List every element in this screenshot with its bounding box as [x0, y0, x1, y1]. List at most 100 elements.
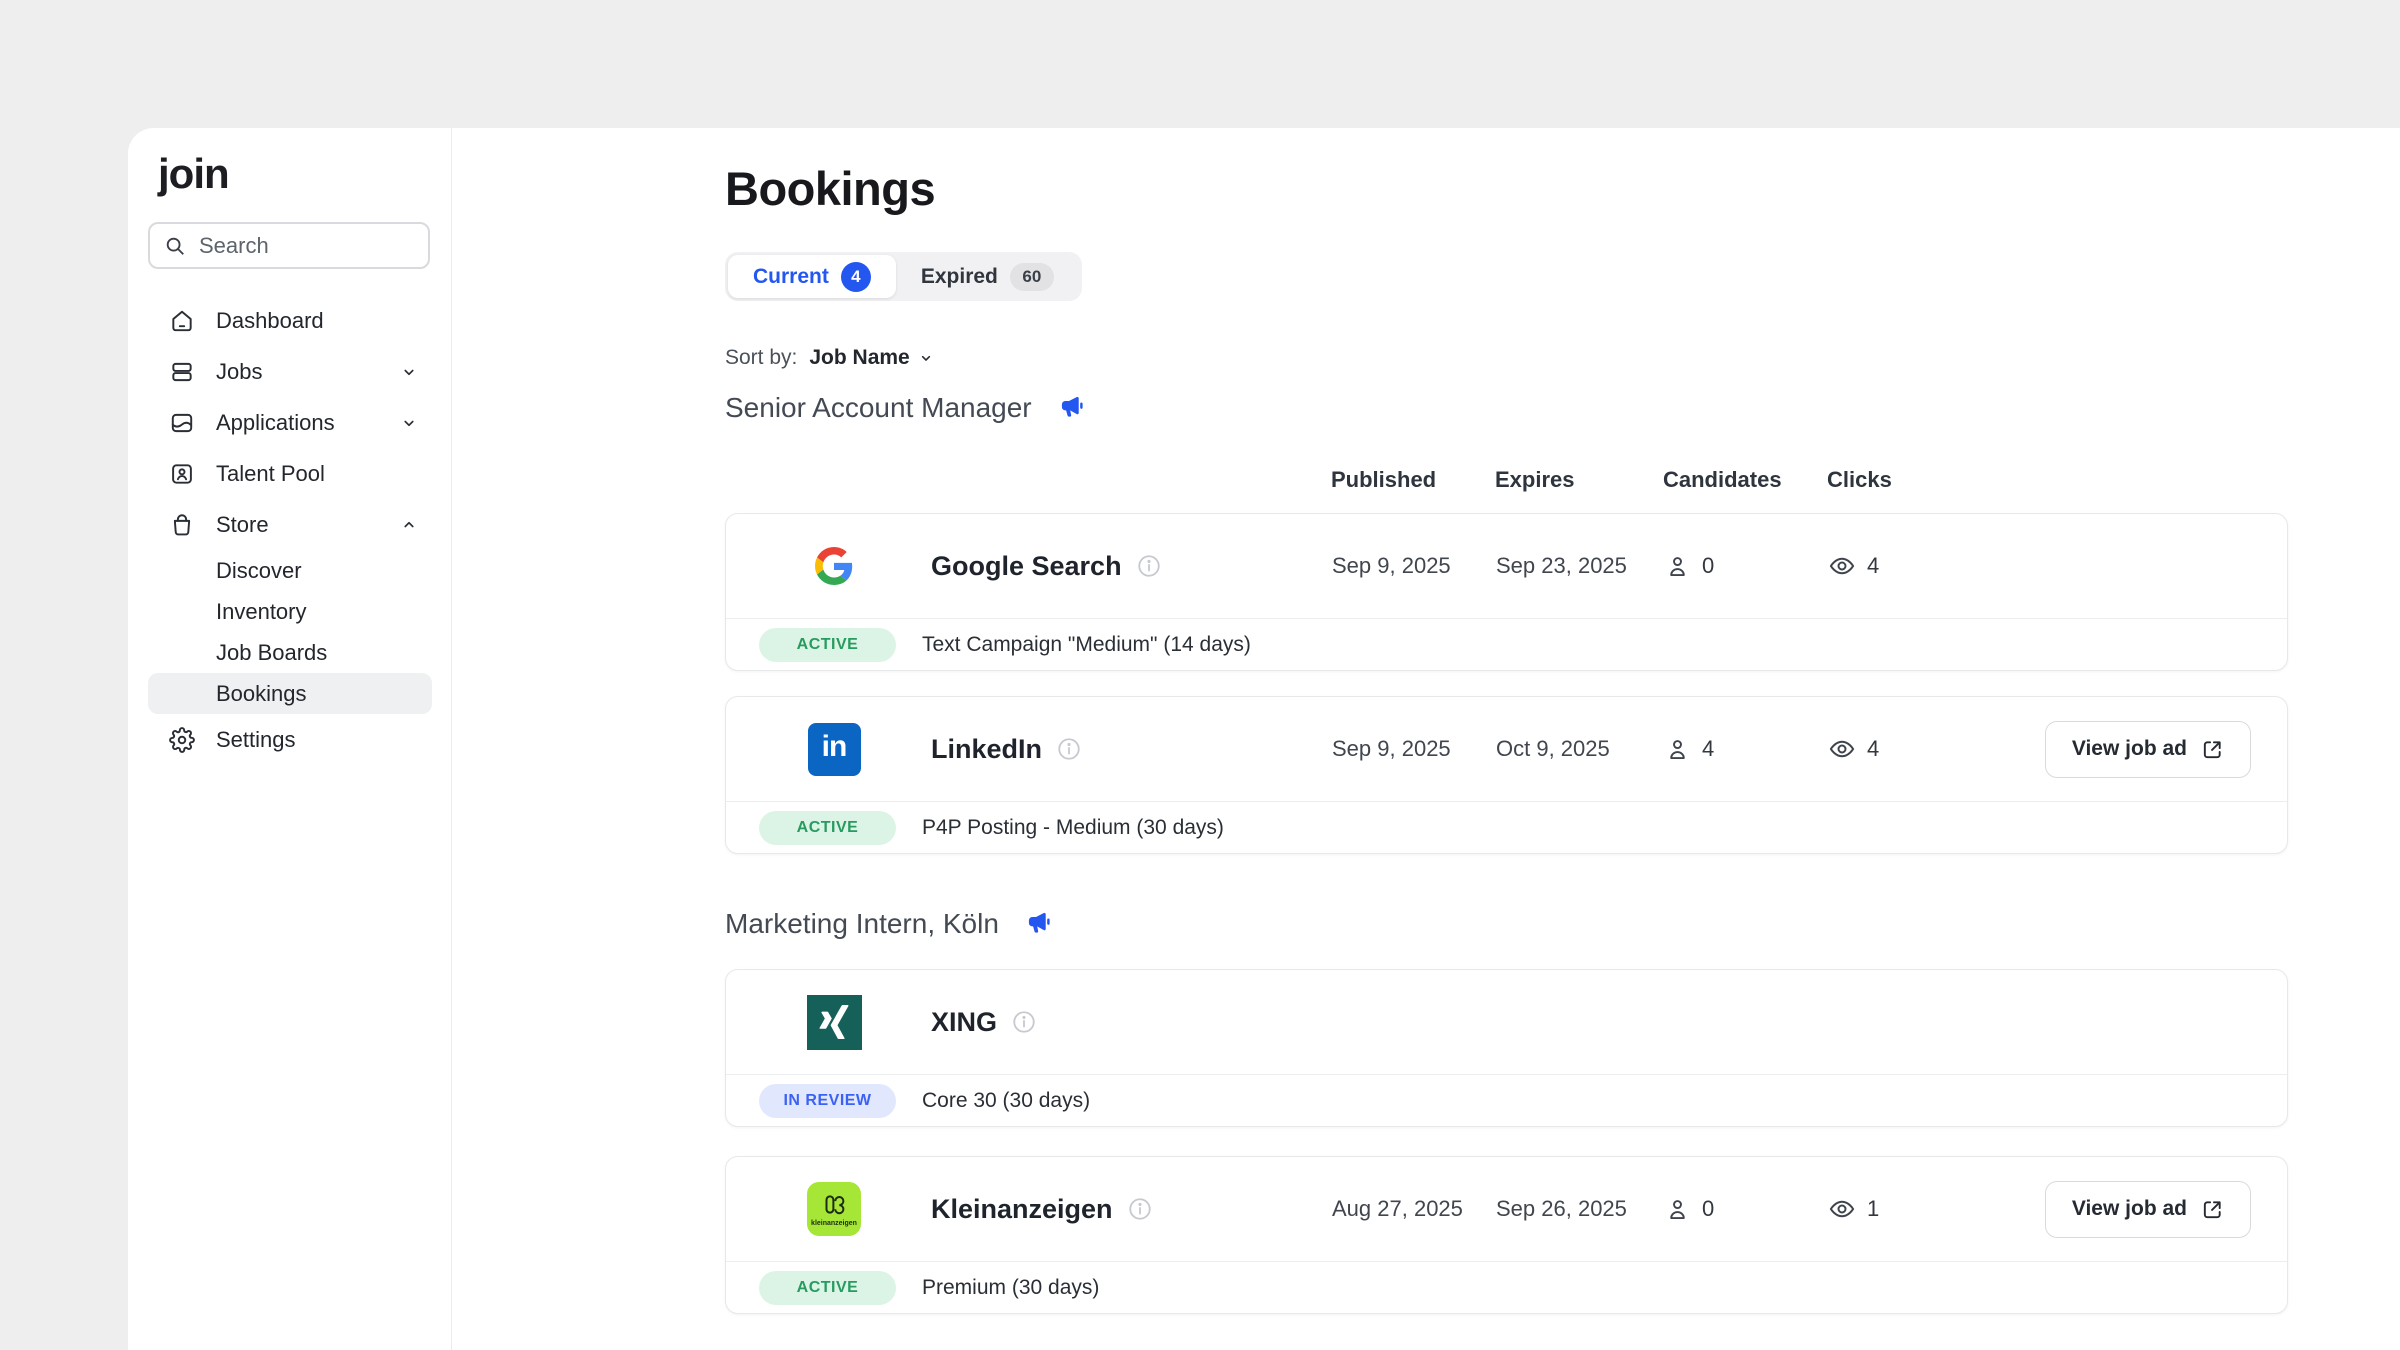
- sidebar-item-label: Jobs: [216, 359, 262, 385]
- sidebar-item-store[interactable]: Store: [148, 499, 432, 550]
- join-logo: join: [158, 150, 229, 198]
- info-icon[interactable]: [1136, 553, 1162, 579]
- home-icon: [168, 307, 195, 334]
- sidebar-item-bookings[interactable]: Bookings: [148, 673, 432, 714]
- eye-icon: [1828, 735, 1856, 763]
- chevron-down-icon: [918, 350, 934, 366]
- candidates-value: 0: [1702, 553, 1714, 579]
- status-badge: ACTIVE: [759, 1271, 896, 1305]
- sidebar-nav: Dashboard Jobs Applications: [148, 295, 432, 765]
- col-published: Published: [1331, 467, 1495, 493]
- clicks-value: 1: [1867, 1196, 1879, 1222]
- candidates-metric: 4: [1664, 736, 1828, 763]
- platform-name: LinkedIn: [931, 734, 1042, 765]
- chevron-down-icon: [400, 414, 418, 432]
- info-icon[interactable]: [1056, 736, 1082, 762]
- status-badge: ACTIVE: [759, 628, 896, 662]
- sort-bar: Sort by: Job Name: [725, 346, 934, 370]
- view-job-ad-button[interactable]: View job ad: [2045, 1181, 2251, 1238]
- xing-logo: [806, 994, 862, 1050]
- platform-name: Google Search: [931, 551, 1122, 582]
- booking-row: Google Search Sep 9, 2025 Sep 23, 2025 0: [726, 514, 2287, 618]
- platform-name: Kleinanzeigen: [931, 1194, 1113, 1225]
- sidebar-item-inventory[interactable]: Inventory: [148, 591, 432, 632]
- linkedin-logo: in: [806, 721, 862, 777]
- current-count-badge: 4: [841, 262, 871, 292]
- job-section-title: Senior Account Manager: [725, 392, 1087, 424]
- clicks-value: 4: [1867, 553, 1879, 579]
- google-logo: [806, 538, 862, 594]
- kleinanzeigen-logo: kleinanzeigen: [806, 1181, 862, 1237]
- status-badge: ACTIVE: [759, 811, 896, 845]
- talent-pool-icon: [168, 460, 195, 487]
- search-input[interactable]: [199, 233, 414, 259]
- sidebar-item-jobs[interactable]: Jobs: [148, 346, 432, 397]
- col-candidates: Candidates: [1663, 467, 1827, 493]
- col-clicks: Clicks: [1827, 467, 1967, 493]
- sidebar-item-discover[interactable]: Discover: [148, 550, 432, 591]
- person-icon: [1664, 736, 1691, 763]
- app-window: join Dashboard Jobs: [128, 128, 2400, 1350]
- sidebar-item-dashboard[interactable]: Dashboard: [148, 295, 432, 346]
- booking-card-google-search: Google Search Sep 9, 2025 Sep 23, 2025 0: [725, 513, 2288, 671]
- product-description: Premium (30 days): [922, 1276, 1099, 1300]
- sidebar-item-settings[interactable]: Settings: [148, 714, 432, 765]
- info-icon[interactable]: [1127, 1196, 1153, 1222]
- tab-bar: Current 4 Expired 60: [725, 252, 1082, 301]
- tab-expired[interactable]: Expired 60: [896, 255, 1079, 298]
- published-date: Sep 9, 2025: [1332, 736, 1496, 762]
- sort-value-text: Job Name: [809, 346, 909, 370]
- candidates-metric: 0: [1664, 1196, 1828, 1223]
- expires-date: Sep 26, 2025: [1496, 1196, 1664, 1222]
- chevron-down-icon: [400, 363, 418, 381]
- product-description: Text Campaign "Medium" (14 days): [922, 633, 1251, 657]
- info-icon[interactable]: [1011, 1009, 1037, 1035]
- external-link-icon: [2201, 738, 2224, 761]
- search-input-wrapper[interactable]: [148, 222, 430, 269]
- applications-icon: [168, 409, 195, 436]
- sidebar-item-label: Talent Pool: [216, 461, 325, 487]
- booking-row: in LinkedIn Sep 9, 2025 Oct 9, 2025 4: [726, 697, 2287, 801]
- booking-row: XING: [726, 970, 2287, 1074]
- person-icon: [1664, 553, 1691, 580]
- published-date: Aug 27, 2025: [1332, 1196, 1496, 1222]
- tab-expired-label: Expired: [921, 265, 998, 289]
- product-description: P4P Posting - Medium (30 days): [922, 816, 1224, 840]
- status-badge: IN REVIEW: [759, 1084, 896, 1118]
- sidebar-item-label: Applications: [216, 410, 335, 436]
- clicks-metric: 1: [1828, 1195, 1968, 1223]
- eye-icon: [1828, 552, 1856, 580]
- megaphone-icon: [1026, 910, 1054, 938]
- booking-row: kleinanzeigen Kleinanzeigen Aug 27, 2025…: [726, 1157, 2287, 1261]
- booking-status-row: IN REVIEW Core 30 (30 days): [726, 1074, 2287, 1126]
- booking-status-row: ACTIVE Premium (30 days): [726, 1261, 2287, 1313]
- booking-card-linkedin: in LinkedIn Sep 9, 2025 Oct 9, 2025 4: [725, 696, 2288, 854]
- view-job-ad-label: View job ad: [2072, 737, 2187, 761]
- job-title-text: Senior Account Manager: [725, 392, 1032, 424]
- store-submenu: Discover Inventory Job Boards Bookings: [148, 550, 432, 714]
- tab-current[interactable]: Current 4: [728, 255, 896, 298]
- clicks-metric: 4: [1828, 735, 1968, 763]
- expired-count-badge: 60: [1010, 263, 1054, 291]
- table-column-headers: Published Expires Candidates Clicks: [725, 467, 2288, 493]
- candidates-value: 0: [1702, 1196, 1714, 1222]
- candidates-metric: 0: [1664, 553, 1828, 580]
- chevron-up-icon: [400, 516, 418, 534]
- person-icon: [1664, 1196, 1691, 1223]
- eye-icon: [1828, 1195, 1856, 1223]
- sidebar-item-label: Dashboard: [216, 308, 324, 334]
- tab-current-label: Current: [753, 265, 829, 289]
- gear-icon: [168, 726, 195, 753]
- booking-status-row: ACTIVE P4P Posting - Medium (30 days): [726, 801, 2287, 853]
- sidebar-item-talent-pool[interactable]: Talent Pool: [148, 448, 432, 499]
- view-job-ad-button[interactable]: View job ad: [2045, 721, 2251, 778]
- sidebar-item-label: Settings: [216, 727, 296, 753]
- job-title-text: Marketing Intern, Köln: [725, 908, 999, 940]
- sidebar-item-applications[interactable]: Applications: [148, 397, 432, 448]
- main-content: Bookings Current 4 Expired 60 Sort by: J…: [452, 128, 2400, 1350]
- sort-dropdown[interactable]: Job Name: [809, 346, 933, 370]
- jobs-icon: [168, 358, 195, 385]
- sidebar-item-job-boards[interactable]: Job Boards: [148, 632, 432, 673]
- expires-date: Oct 9, 2025: [1496, 736, 1664, 762]
- booking-card-kleinanzeigen: kleinanzeigen Kleinanzeigen Aug 27, 2025…: [725, 1156, 2288, 1314]
